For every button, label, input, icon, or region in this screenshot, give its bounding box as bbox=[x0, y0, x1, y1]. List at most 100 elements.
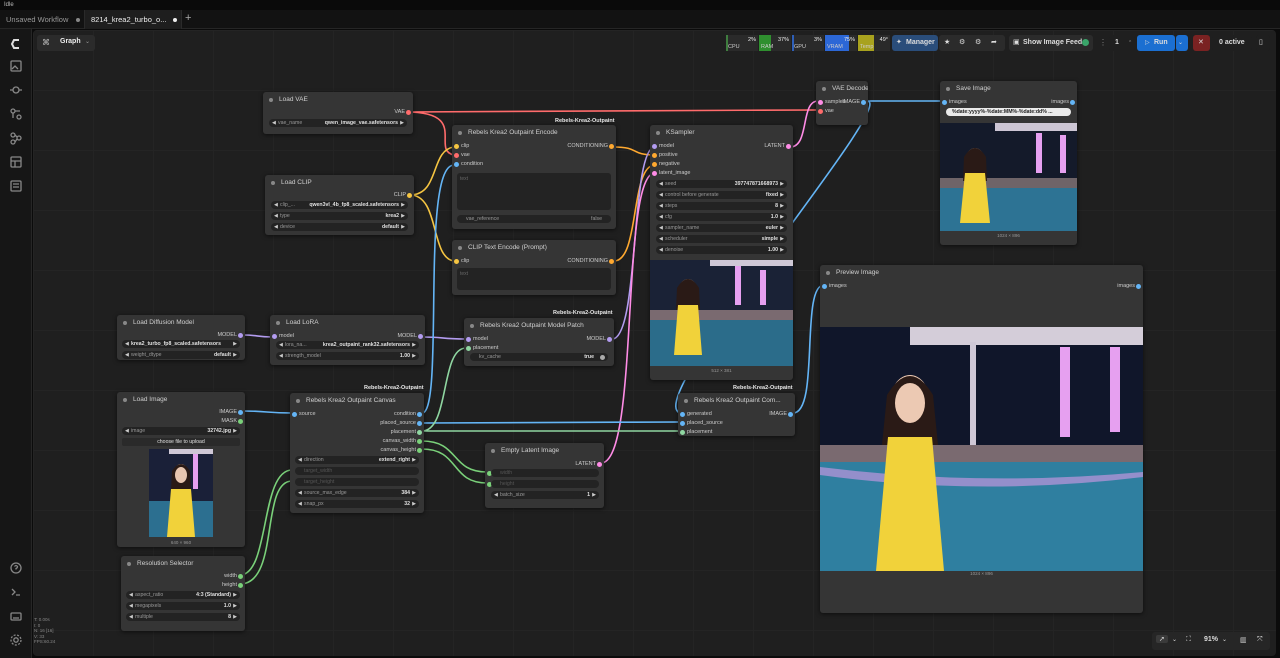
left-arrow-icon[interactable]: ◀ bbox=[129, 613, 133, 621]
prompt-textarea[interactable]: text bbox=[457, 173, 611, 210]
prompt-textarea[interactable]: text bbox=[457, 268, 611, 290]
left-arrow-icon[interactable]: ◀ bbox=[274, 201, 278, 209]
right-arrow-icon[interactable]: ▶ bbox=[780, 246, 784, 254]
node-load-diffusion-model[interactable]: Load Diffusion Model MODEL ◀ krea2_turbo_… bbox=[117, 315, 245, 360]
right-arrow-icon[interactable]: ▶ bbox=[780, 180, 784, 188]
select-tool-icon[interactable]: ➚ bbox=[1156, 635, 1168, 643]
install-icon[interactable]: ⚙ bbox=[959, 35, 965, 51]
run-options-button[interactable]: ⌄ bbox=[1176, 35, 1188, 51]
input-vae-port[interactable] bbox=[454, 153, 459, 158]
filename-prefix-input[interactable]: %date:yyyy%-%date:MM%-%date:dd% ... bbox=[946, 108, 1071, 116]
vae-reference-toggle[interactable]: vae_reference false bbox=[457, 215, 611, 223]
input-source-port[interactable] bbox=[292, 412, 297, 417]
batch-size-widget[interactable]: ◀ batch_size 1 ▶ bbox=[491, 491, 599, 499]
keyboard-icon[interactable] bbox=[9, 609, 23, 623]
left-arrow-icon[interactable]: ◀ bbox=[274, 212, 278, 220]
strength-model-widget[interactable]: ◀ strength_model 1.00 ▶ bbox=[276, 352, 419, 360]
input-generated-port[interactable] bbox=[680, 412, 685, 417]
cancel-run-button[interactable]: ✕ bbox=[1193, 35, 1210, 51]
input-images-port[interactable] bbox=[822, 284, 827, 289]
left-arrow-icon[interactable]: ◀ bbox=[298, 456, 302, 464]
templates-icon[interactable] bbox=[9, 155, 23, 169]
input-model-port[interactable] bbox=[466, 337, 471, 342]
tab-unsaved-workflow[interactable]: Unsaved Workflow bbox=[0, 10, 84, 29]
star-icon[interactable]: ★ bbox=[944, 35, 950, 51]
left-arrow-icon[interactable]: ◀ bbox=[494, 491, 498, 499]
left-arrow-icon[interactable]: ◀ bbox=[272, 119, 276, 127]
multiple-widget[interactable]: ◀ multiple 8 ▶ bbox=[126, 613, 240, 621]
update-icon[interactable]: ⚙ bbox=[975, 35, 981, 51]
node-resolution-selector[interactable]: Resolution Selector width height ◀ aspect… bbox=[121, 556, 245, 631]
right-arrow-icon[interactable]: ▶ bbox=[412, 500, 416, 508]
vae-name-combo[interactable]: ◀ vae_name qwen_image_vae.safetensors ▶ bbox=[269, 119, 407, 127]
left-arrow-icon[interactable]: ◀ bbox=[659, 224, 663, 232]
right-arrow-icon[interactable]: ▶ bbox=[401, 223, 405, 231]
right-arrow-icon[interactable]: ▶ bbox=[233, 340, 237, 348]
workflows-icon[interactable] bbox=[9, 131, 23, 145]
right-arrow-icon[interactable]: ▶ bbox=[780, 213, 784, 221]
output-image-port[interactable] bbox=[788, 412, 793, 417]
add-tab-button[interactable]: + bbox=[185, 10, 191, 27]
output-vae-port[interactable] bbox=[406, 110, 411, 115]
lora-name-combo[interactable]: ◀ lora_na... krea2_outpaint_rank32.safeten… bbox=[276, 341, 419, 349]
right-arrow-icon[interactable]: ▶ bbox=[592, 491, 596, 499]
right-arrow-icon[interactable]: ▶ bbox=[780, 235, 784, 243]
output-width-port[interactable] bbox=[238, 574, 243, 579]
input-samples-port[interactable] bbox=[818, 100, 823, 105]
cfg-widget[interactable]: ◀ cfg 1.0 ▶ bbox=[656, 213, 787, 221]
right-arrow-icon[interactable]: ▶ bbox=[780, 224, 784, 232]
output-clip-port[interactable] bbox=[407, 193, 412, 198]
left-arrow-icon[interactable]: ◀ bbox=[659, 202, 663, 210]
left-arrow-icon[interactable]: ◀ bbox=[659, 191, 663, 199]
denoise-widget[interactable]: ◀ denoise 1.00 ▶ bbox=[656, 246, 787, 254]
input-clip-port[interactable] bbox=[454, 259, 459, 264]
input-negative-port[interactable] bbox=[652, 162, 657, 167]
output-latent-port[interactable] bbox=[597, 462, 602, 467]
input-clip-port[interactable] bbox=[454, 144, 459, 149]
stepper-icon[interactable]: ⌃ bbox=[1128, 35, 1132, 51]
node-save-image[interactable]: Save Image images images %date:yyyy%-%da… bbox=[940, 81, 1077, 245]
toggle-panel-button[interactable]: ▯ bbox=[1256, 35, 1270, 51]
fit-view-icon[interactable]: ⛶ bbox=[1186, 636, 1191, 644]
left-arrow-icon[interactable]: ◀ bbox=[279, 352, 283, 360]
node-outpaint-model-patch[interactable]: Rebels Krea2 Outpaint Model Patch model … bbox=[464, 318, 614, 366]
left-arrow-icon[interactable]: ◀ bbox=[659, 213, 663, 221]
input-model-port[interactable] bbox=[652, 144, 657, 149]
left-arrow-icon[interactable]: ◀ bbox=[659, 180, 663, 188]
left-arrow-icon[interactable]: ◀ bbox=[279, 341, 283, 349]
seed-widget[interactable]: ◀ seed 397747871668973 ▶ bbox=[656, 180, 787, 188]
share-icon[interactable]: ➦ bbox=[991, 35, 997, 51]
clip-type-combo[interactable]: ◀ type krea2 ▶ bbox=[271, 212, 408, 220]
unet-name-combo[interactable]: ◀ krea2_turbo_fp8_scaled.safetensors ▶ bbox=[122, 340, 240, 348]
zoom-level[interactable]: 91% bbox=[1204, 636, 1218, 643]
right-arrow-icon[interactable]: ▶ bbox=[401, 212, 405, 220]
node-ksampler[interactable]: KSampler model positive negative latent_… bbox=[650, 125, 793, 380]
input-positive-port[interactable] bbox=[652, 153, 657, 158]
right-arrow-icon[interactable]: ▶ bbox=[412, 456, 416, 464]
output-image-port[interactable] bbox=[861, 100, 866, 105]
steps-widget[interactable]: ◀ steps 8 ▶ bbox=[656, 202, 787, 210]
left-arrow-icon[interactable]: ◀ bbox=[298, 489, 302, 497]
right-arrow-icon[interactable]: ▶ bbox=[412, 341, 416, 349]
node-load-clip[interactable]: Load CLIP CLIP ◀ clip_... qwen3vl_4b_fp8_s… bbox=[265, 175, 414, 235]
output-images-port[interactable] bbox=[1136, 284, 1141, 289]
right-arrow-icon[interactable]: ▶ bbox=[780, 202, 784, 210]
output-model-port[interactable] bbox=[418, 334, 423, 339]
weight-dtype-combo[interactable]: ◀ weight_dtype default ▶ bbox=[122, 351, 240, 359]
queue-count-input[interactable]: 1 ⌃ bbox=[1109, 35, 1135, 51]
image-file-combo[interactable]: ◀ image 32742.jpg ▶ bbox=[122, 427, 240, 435]
node-preview-image[interactable]: Preview Image images images 1024 × 896 bbox=[820, 265, 1143, 613]
graph-mode-button[interactable]: ⌘ Graph ⌄ bbox=[37, 35, 95, 51]
input-vae-port[interactable] bbox=[818, 109, 823, 114]
output-image-port[interactable] bbox=[238, 410, 243, 415]
aspect-ratio-combo[interactable]: ◀ aspect_ratio 4:3 (Standard) ▶ bbox=[126, 591, 240, 599]
output-canvas-height-port[interactable] bbox=[417, 448, 422, 453]
minimap-icon[interactable]: ▥ bbox=[1240, 636, 1247, 644]
queue-icon[interactable] bbox=[9, 179, 23, 193]
node-outpaint-canvas[interactable]: Rebels Krea2 Outpaint Canvas source cond… bbox=[290, 393, 424, 513]
help-icon[interactable] bbox=[9, 561, 23, 575]
node-library-icon[interactable] bbox=[9, 107, 23, 121]
terminal-icon[interactable] bbox=[9, 585, 23, 599]
output-images-port[interactable] bbox=[1070, 100, 1075, 105]
left-arrow-icon[interactable]: ◀ bbox=[274, 223, 278, 231]
